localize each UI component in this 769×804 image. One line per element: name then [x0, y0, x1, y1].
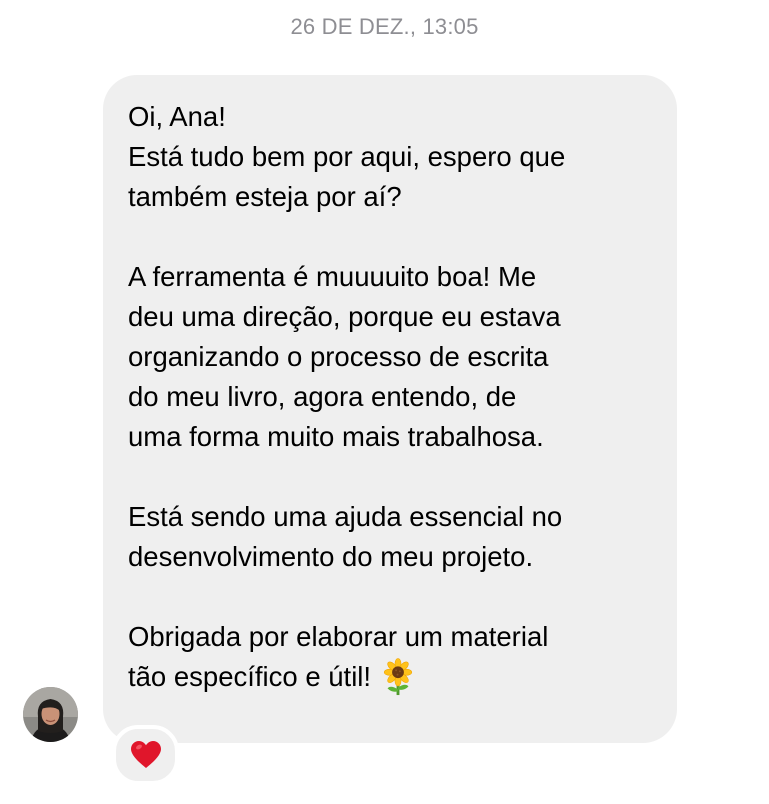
message-timestamp: 26 DE DEZ., 13:05 [290, 14, 479, 39]
message-paragraph-help: Está sendo uma ajuda essencial no desenv… [128, 501, 563, 572]
message-bubble[interactable]: Oi, Ana! Está tudo bem por aqui, espero … [103, 75, 677, 743]
profile-photo-icon [23, 687, 78, 742]
message-thanks-text: Obrigada por elaborar um material tão es… [128, 621, 549, 692]
dm-conversation: 26 DE DEZ., 13:05 Oi, Ana! Está tudo bem… [0, 0, 769, 804]
sunflower-icon [384, 657, 413, 695]
message-paragraph-feedback: A ferramenta é muuuuito boa! Me deu uma … [128, 261, 561, 452]
red-heart-icon [130, 741, 161, 768]
sender-avatar[interactable] [23, 687, 78, 742]
heart-reaction[interactable] [112, 725, 179, 785]
message-paragraph-greeting: Oi, Ana! Está tudo bem por aqui, espero … [128, 101, 566, 212]
message-paragraph-thanks: Obrigada por elaborar um material tão es… [128, 617, 653, 698]
